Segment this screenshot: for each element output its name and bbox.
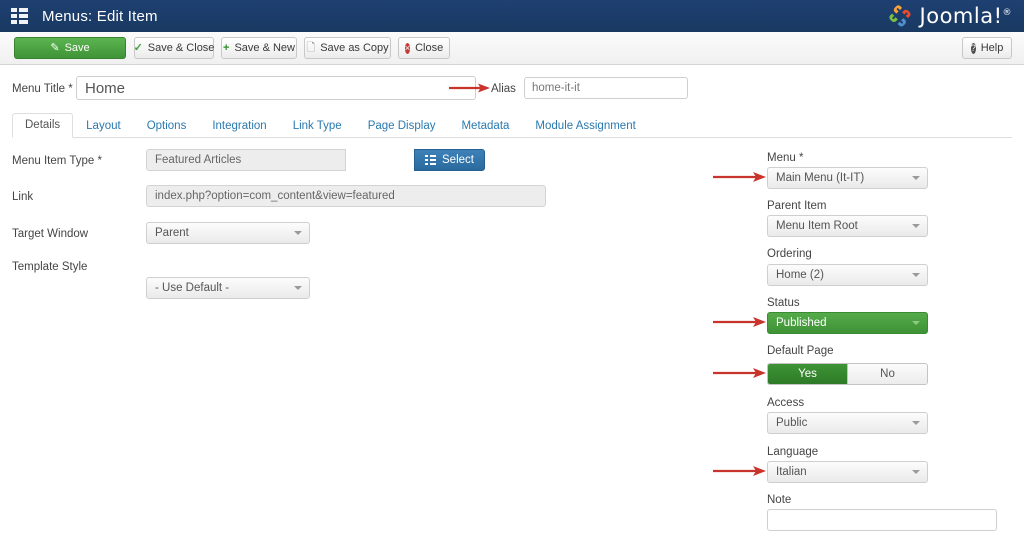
chevron-down-icon <box>912 176 920 180</box>
language-select[interactable]: Italian <box>767 461 928 483</box>
grid-menu-icon[interactable] <box>11 8 28 24</box>
default-page-yes-option[interactable]: Yes <box>768 364 847 384</box>
close-button[interactable]: × Close <box>398 37 450 59</box>
chevron-down-icon <box>912 470 920 474</box>
page-title: Menus: Edit Item <box>42 8 158 25</box>
save-button-label: Save <box>65 42 90 54</box>
note-input[interactable] <box>767 509 997 531</box>
link-label: Link <box>12 191 33 203</box>
edit-pencil-icon: ✎ <box>50 43 59 54</box>
chevron-down-icon <box>912 273 920 277</box>
tab-bar: Details Layout Options Integration Link … <box>12 112 1012 138</box>
status-select[interactable]: Published <box>767 312 928 334</box>
target-window-value: Parent <box>155 227 189 239</box>
save-and-new-button-label: Save & New <box>234 42 295 54</box>
tab-layout[interactable]: Layout <box>73 114 134 138</box>
help-circle-icon: ? <box>971 43 976 54</box>
tab-page-display[interactable]: Page Display <box>355 114 449 138</box>
access-value: Public <box>776 417 807 429</box>
chevron-down-icon <box>294 286 302 290</box>
alias-label: Alias <box>491 83 516 95</box>
joomla-logo-icon <box>886 2 914 30</box>
default-page-toggle[interactable]: Yes No <box>767 363 928 385</box>
help-button-label: Help <box>981 42 1004 54</box>
help-button[interactable]: ? Help <box>962 37 1012 59</box>
joomla-wordmark: Joomla!® <box>920 4 1012 28</box>
note-label: Note <box>767 494 791 506</box>
status-label: Status <box>767 297 800 309</box>
top-header-bar: Menus: Edit Item Joomla!® <box>0 0 1024 32</box>
select-menu-item-type-button[interactable]: Select <box>414 149 485 171</box>
left-form-panel: Menu Item Type * Featured Articles Selec… <box>0 140 700 184</box>
parent-item-value: Menu Item Root <box>776 220 858 232</box>
menu-select[interactable]: Main Menu (It-IT) <box>767 167 928 189</box>
menu-item-type-label: Menu Item Type * <box>12 155 102 167</box>
joomla-registered-mark: ® <box>1003 8 1013 18</box>
arrow-to-language <box>712 464 768 478</box>
access-label: Access <box>767 397 804 409</box>
ordering-value: Home (2) <box>776 269 824 281</box>
menu-item-type-field: Featured Articles Select <box>146 149 346 171</box>
save-and-new-button[interactable]: + Save & New <box>221 37 297 59</box>
right-form-panel: Menu * Main Menu (It-IT) Parent Item Men… <box>767 140 1017 162</box>
tab-module-assignment[interactable]: Module Assignment <box>522 114 648 138</box>
chevron-down-icon <box>912 421 920 425</box>
menu-title-label: Menu Title * <box>12 83 73 95</box>
arrow-to-status <box>712 315 768 329</box>
template-style-label: Template Style <box>12 261 87 273</box>
save-as-copy-button-label: Save as Copy <box>320 42 388 54</box>
status-value: Published <box>776 317 827 329</box>
access-select[interactable]: Public <box>767 412 928 434</box>
copy-icon: 🗋 <box>306 43 315 54</box>
tab-integration[interactable]: Integration <box>199 114 279 138</box>
menu-item-type-value: Featured Articles <box>146 149 346 171</box>
plus-icon: + <box>223 43 229 54</box>
language-value: Italian <box>776 466 807 478</box>
target-window-select[interactable]: Parent <box>146 222 310 244</box>
parent-item-select[interactable]: Menu Item Root <box>767 215 928 237</box>
chevron-down-icon <box>294 231 302 235</box>
menu-label: Menu * <box>767 152 803 164</box>
check-icon: ✓ <box>134 43 143 54</box>
default-page-label: Default Page <box>767 345 834 357</box>
language-label: Language <box>767 446 818 458</box>
menu-value: Main Menu (It-IT) <box>776 172 864 184</box>
close-button-label: Close <box>415 42 443 54</box>
tab-options[interactable]: Options <box>134 114 200 138</box>
save-and-close-button[interactable]: ✓ Save & Close <box>134 37 214 59</box>
link-value: index.php?option=com_content&view=featur… <box>146 185 546 207</box>
joomla-wordmark-text: Joomla! <box>920 4 1003 28</box>
arrow-to-default-page <box>712 366 768 380</box>
template-style-select[interactable]: - Use Default - <box>146 277 310 299</box>
select-button-label: Select <box>442 154 474 166</box>
tab-metadata[interactable]: Metadata <box>448 114 522 138</box>
menu-title-input[interactable] <box>76 76 476 100</box>
joomla-brand: Joomla!® <box>886 2 1012 30</box>
chevron-down-icon <box>912 224 920 228</box>
tab-details[interactable]: Details <box>12 113 73 138</box>
ordering-select[interactable]: Home (2) <box>767 264 928 286</box>
chevron-down-icon <box>912 321 920 325</box>
default-page-no-option[interactable]: No <box>847 364 927 384</box>
toolbar: ✎ Save ✓ Save & Close + Save & New 🗋 Sav… <box>0 32 1024 65</box>
arrow-to-menu <box>712 170 768 184</box>
alias-input[interactable] <box>524 77 688 99</box>
save-and-close-button-label: Save & Close <box>148 42 215 54</box>
ordering-label: Ordering <box>767 248 812 260</box>
tab-link-type[interactable]: Link Type <box>280 114 355 138</box>
target-window-label: Target Window <box>12 228 88 240</box>
parent-item-label: Parent Item <box>767 200 826 212</box>
close-circle-icon: × <box>405 43 410 54</box>
template-style-value: - Use Default - <box>155 282 229 294</box>
save-button[interactable]: ✎ Save <box>14 37 126 59</box>
list-grid-icon <box>425 155 436 165</box>
save-as-copy-button[interactable]: 🗋 Save as Copy <box>304 37 391 59</box>
